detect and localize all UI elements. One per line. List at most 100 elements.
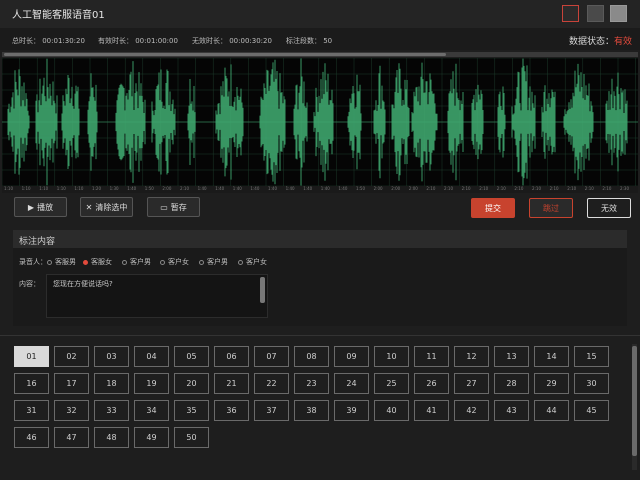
ruler-tick-label: 1:40 [268, 186, 277, 191]
radio-option-2[interactable]: 客服女 [83, 257, 112, 267]
radio-label: 客户男 [130, 258, 151, 266]
invalid-duration: 无效时长： 00:00:30:20 [192, 37, 272, 45]
ruler-tick-label: 2:30 [620, 186, 629, 191]
segment-button-03[interactable]: 03 [94, 346, 129, 367]
ruler-tick-label: 1:50 [356, 186, 365, 191]
window-button-2[interactable] [587, 5, 604, 22]
info-bar: 总时长： 00:01:30:20 有效时长： 00:01:00:00 无效时长：… [0, 28, 640, 50]
segment-button-18[interactable]: 18 [94, 373, 129, 394]
invalid-button[interactable]: 无效 [587, 198, 631, 218]
segment-button-26[interactable]: 26 [414, 373, 449, 394]
segment-button-27[interactable]: 27 [454, 373, 489, 394]
segment-button-47[interactable]: 47 [54, 427, 89, 448]
ruler-tick-label: 2:00 [162, 186, 172, 191]
ruler-tick-label: 1:40 [338, 186, 348, 191]
segment-button-09[interactable]: 09 [334, 346, 369, 367]
segment-button-15[interactable]: 15 [574, 346, 609, 367]
segment-button-42[interactable]: 42 [454, 400, 489, 421]
ruler-tick-label: 2:10 [602, 186, 612, 191]
ruler-tick-label: 2:00 [408, 186, 418, 191]
skip-button[interactable]: 跳过 [529, 198, 573, 218]
segment-button-38[interactable]: 38 [294, 400, 329, 421]
radio-option-4[interactable]: 客户女 [160, 257, 189, 267]
waveform-scrollbar[interactable] [2, 52, 638, 57]
clear-selection-button[interactable]: ✕ 清除选中 [80, 197, 133, 217]
submit-button[interactable]: 提交 [471, 198, 515, 218]
segment-button-20[interactable]: 20 [174, 373, 209, 394]
segment-button-08[interactable]: 08 [294, 346, 329, 367]
segment-button-33[interactable]: 33 [94, 400, 129, 421]
ruler-tick-label: 2:10 [514, 186, 524, 191]
segment-button-22[interactable]: 22 [254, 373, 289, 394]
ruler-tick-label: 1:40 [303, 186, 313, 191]
ruler-tick-label: 2:10 [567, 186, 577, 191]
radio-option-1[interactable]: 客服男 [47, 257, 76, 267]
waveform-scrollbar-thumb[interactable] [4, 53, 446, 56]
segment-button-37[interactable]: 37 [254, 400, 289, 421]
segment-button-36[interactable]: 36 [214, 400, 249, 421]
segment-button-41[interactable]: 41 [414, 400, 449, 421]
segment-button-44[interactable]: 44 [534, 400, 569, 421]
segment-button-01[interactable]: 01 [14, 346, 49, 367]
segment-button-31[interactable]: 31 [14, 400, 49, 421]
segment-button-11[interactable]: 11 [414, 346, 449, 367]
ruler-tick-label: 1:10 [74, 186, 84, 191]
content-textarea[interactable]: 您现在方便说话吗? [46, 274, 268, 318]
segment-button-40[interactable]: 40 [374, 400, 409, 421]
segment-button-32[interactable]: 32 [54, 400, 89, 421]
segment-button-21[interactable]: 21 [214, 373, 249, 394]
radio-option-3[interactable]: 客户男 [122, 257, 151, 267]
segment-button-50[interactable]: 50 [174, 427, 209, 448]
segment-button-19[interactable]: 19 [134, 373, 169, 394]
title-bar: 人工智能客服语音01 [0, 0, 640, 28]
segment-button-04[interactable]: 04 [134, 346, 169, 367]
segment-button-06[interactable]: 06 [214, 346, 249, 367]
window-button-3[interactable] [610, 5, 627, 22]
waveform[interactable] [2, 58, 638, 186]
segment-button-43[interactable]: 43 [494, 400, 529, 421]
valid-duration: 有效时长： 00:01:00:00 [98, 37, 178, 45]
segment-button-16[interactable]: 16 [14, 373, 49, 394]
segment-button-25[interactable]: 25 [374, 373, 409, 394]
ruler-tick-label: 2:10 [549, 186, 559, 191]
annotation-header: 标注内容 [13, 230, 627, 248]
segment-button-12[interactable]: 12 [454, 346, 489, 367]
segment-button-48[interactable]: 48 [94, 427, 129, 448]
segment-count: 标注段数： 50 [286, 37, 333, 45]
ruler-tick-label: 1:40 [320, 186, 330, 191]
segment-button-14[interactable]: 14 [534, 346, 569, 367]
segment-button-23[interactable]: 23 [294, 373, 329, 394]
segment-scrollbar[interactable] [632, 344, 637, 470]
radio-option-6[interactable]: 客户女 [238, 257, 267, 267]
segment-button-17[interactable]: 17 [54, 373, 89, 394]
segment-button-28[interactable]: 28 [494, 373, 529, 394]
segment-button-13[interactable]: 13 [494, 346, 529, 367]
play-button[interactable]: ▶ 播放 [14, 197, 67, 217]
ruler-tick-label: 1:40 [197, 186, 207, 191]
segment-button-34[interactable]: 34 [134, 400, 169, 421]
ruler-tick-label: 2:00 [373, 186, 383, 191]
segment-button-46[interactable]: 46 [14, 427, 49, 448]
segment-scrollbar-thumb[interactable] [632, 346, 637, 456]
segment-button-10[interactable]: 10 [374, 346, 409, 367]
window-title: 人工智能客服语音01 [12, 10, 105, 21]
recorder-label: 录音人： [19, 258, 47, 266]
ruler-tick-label: 1:40 [250, 186, 260, 191]
save-draft-button[interactable]: ▭ 暂存 [147, 197, 200, 217]
radio-option-5[interactable]: 客户男 [199, 257, 228, 267]
segment-button-24[interactable]: 24 [334, 373, 369, 394]
segment-button-30[interactable]: 30 [574, 373, 609, 394]
content-scrollbar[interactable] [260, 277, 265, 303]
segment-button-45[interactable]: 45 [574, 400, 609, 421]
segment-button-35[interactable]: 35 [174, 400, 209, 421]
segment-button-39[interactable]: 39 [334, 400, 369, 421]
segment-button-07[interactable]: 07 [254, 346, 289, 367]
segment-button-29[interactable]: 29 [534, 373, 569, 394]
window-button-1[interactable] [562, 5, 579, 22]
data-status: 数据状态：有效 [569, 34, 632, 47]
segment-button-49[interactable]: 49 [134, 427, 169, 448]
toolbar: ▶ 播放 ✕ 清除选中 ▭ 暂存 提交 跳过 无效 [0, 193, 640, 221]
segment-button-02[interactable]: 02 [54, 346, 89, 367]
radio-label: 客户男 [207, 258, 228, 266]
segment-button-05[interactable]: 05 [174, 346, 209, 367]
